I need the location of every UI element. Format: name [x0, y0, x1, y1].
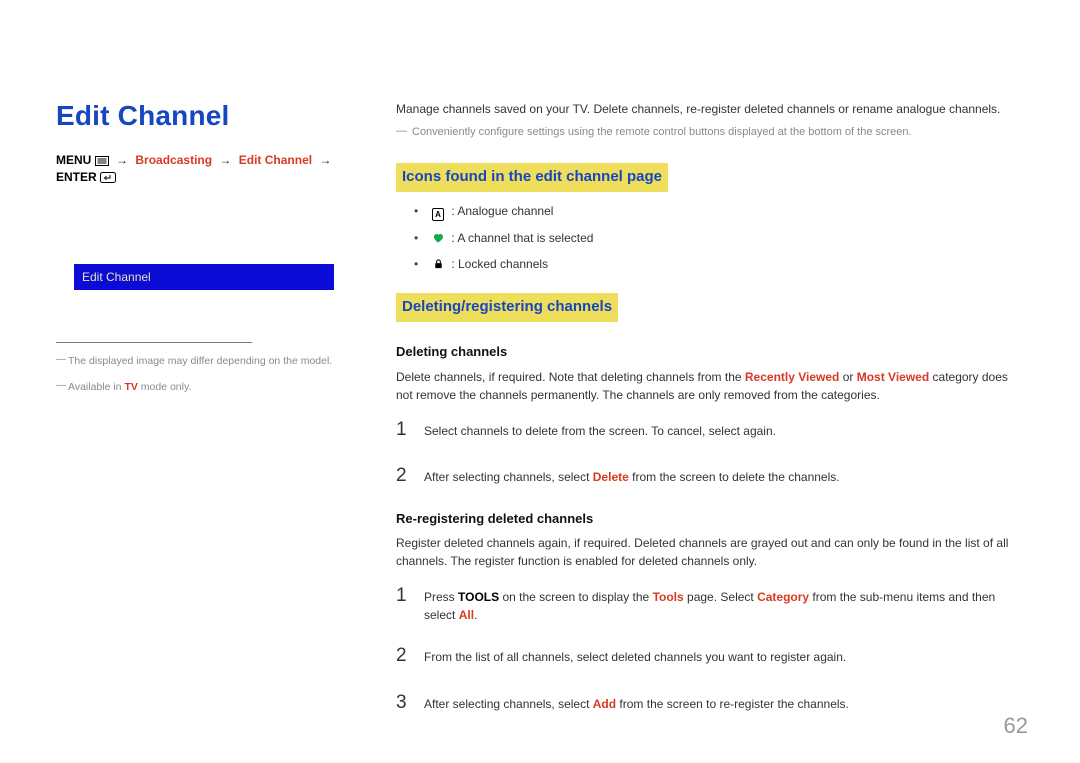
subhead-deleting: Deleting channels	[396, 342, 1024, 362]
legend-item-analogue: A : Analogue channel	[396, 202, 1024, 221]
page-number: 62	[1004, 713, 1028, 739]
step-text: After selecting channels, select Delete …	[424, 468, 1024, 486]
step-text: Press TOOLS on the screen to display the…	[424, 588, 1024, 624]
breadcrumb-arrow-icon: →	[215, 153, 235, 167]
legend-item-locked: : Locked channels	[396, 255, 1024, 273]
breadcrumb-arrow-icon: →	[315, 153, 335, 167]
page-title: Edit Channel	[56, 100, 372, 132]
rereg-body: Register deleted channels again, if requ…	[396, 534, 1024, 570]
lock-icon	[432, 258, 444, 270]
legend-item-selected: : A channel that is selected	[396, 229, 1024, 247]
step-text: From the list of all channels, select de…	[424, 648, 1024, 666]
footnote-tvmode: Available in TV mode only.	[56, 379, 372, 396]
breadcrumb-menu: MENU	[56, 153, 91, 167]
right-column: Manage channels saved on your TV. Delete…	[396, 100, 1024, 727]
deleting-body: Delete channels, if required. Note that …	[396, 368, 1024, 404]
rereg-step-1: 1 Press TOOLS on the screen to display t…	[396, 582, 1024, 624]
step-number: 2	[396, 462, 410, 491]
deleting-step-1: 1 Select channels to delete from the scr…	[396, 416, 1024, 445]
subhead-rereg: Re-registering deleted channels	[396, 509, 1024, 529]
intro-note: Conveniently configure settings using th…	[396, 124, 1024, 141]
tv-screenshot-header: Edit Channel	[74, 264, 334, 290]
enter-icon	[100, 172, 116, 183]
menu-icon	[95, 156, 109, 166]
analogue-icon: A	[432, 209, 444, 221]
footnote-model: The displayed image may differ depending…	[56, 353, 372, 370]
breadcrumb-seg1: Broadcasting	[135, 153, 212, 167]
breadcrumb-enter: ENTER	[56, 170, 97, 184]
step-number: 1	[396, 416, 410, 445]
breadcrumb-seg2: Edit Channel	[239, 153, 312, 167]
deleting-step-2: 2 After selecting channels, select Delet…	[396, 462, 1024, 491]
left-column: Edit Channel MENU → Broadcasting → Edit …	[56, 100, 396, 727]
step-text: Select channels to delete from the scree…	[424, 422, 1024, 440]
divider	[56, 342, 252, 343]
icon-legend-list: A : Analogue channel : A channel that is…	[396, 202, 1024, 273]
section-heading-icons: Icons found in the edit channel page	[396, 163, 668, 193]
step-text: After selecting channels, select Add fro…	[424, 695, 1024, 713]
tv-screenshot-body	[74, 320, 352, 332]
tv-screenshot-label: Edit Channel	[74, 270, 151, 284]
manual-page: Edit Channel MENU → Broadcasting → Edit …	[0, 0, 1080, 763]
step-number: 2	[396, 642, 410, 671]
rereg-step-3: 3 After selecting channels, select Add f…	[396, 689, 1024, 718]
step-number: 3	[396, 689, 410, 718]
intro-text: Manage channels saved on your TV. Delete…	[396, 100, 1024, 118]
step-number: 1	[396, 582, 410, 611]
rereg-step-2: 2 From the list of all channels, select …	[396, 642, 1024, 671]
breadcrumb-arrow-icon: →	[112, 153, 132, 167]
section-heading-delreg: Deleting/registering channels	[396, 293, 618, 323]
heart-icon	[432, 232, 444, 244]
breadcrumb: MENU → Broadcasting → Edit Channel → ENT…	[56, 152, 372, 186]
